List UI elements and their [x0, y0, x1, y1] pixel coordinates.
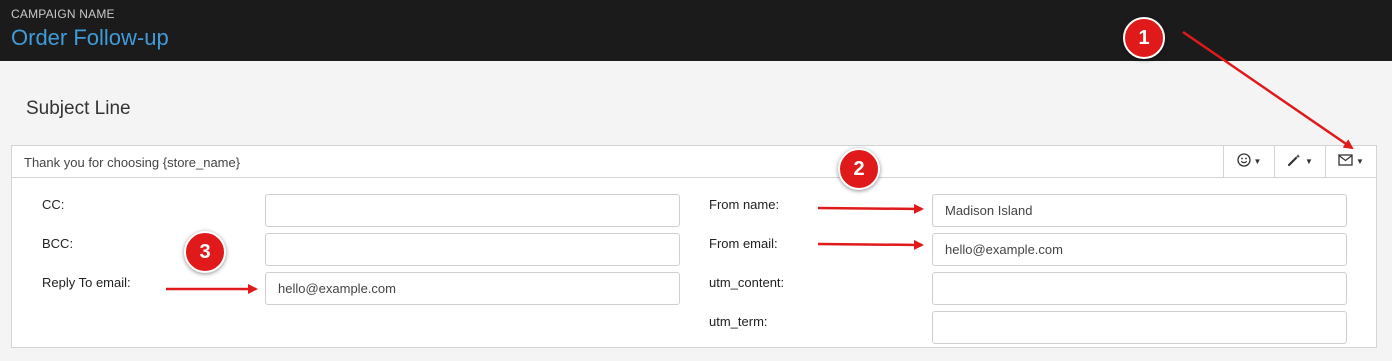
annotation-badge-3: 3 [184, 231, 226, 273]
envelope-icon [1338, 154, 1353, 169]
reply-to-label: Reply To email: [42, 275, 131, 290]
section-title: Subject Line [26, 98, 131, 119]
email-settings-dropdown-button[interactable]: ▼ [1325, 146, 1376, 177]
from-name-label: From name: [709, 197, 780, 212]
chevron-down-icon: ▼ [1356, 157, 1364, 166]
campaign-header: CAMPAIGN NAME Order Follow-up [0, 0, 1392, 61]
cc-label: CC: [42, 197, 65, 212]
subject-line-input[interactable]: Thank you for choosing {store_name} [24, 155, 240, 170]
magic-wand-icon [1287, 153, 1302, 170]
utm-content-field[interactable] [932, 272, 1347, 305]
utm-content-label: utm_content: [709, 275, 785, 290]
utm-term-label: utm_term: [709, 314, 768, 329]
annotation-badge-2: 2 [838, 148, 880, 190]
bcc-label: BCC: [42, 236, 74, 251]
personalize-dropdown-button[interactable]: ▼ [1274, 146, 1325, 177]
campaign-name[interactable]: Order Follow-up [11, 25, 169, 51]
bcc-field[interactable] [265, 233, 680, 266]
subject-line-bar: Thank you for choosing {store_name} ▼ ▼ … [11, 145, 1377, 178]
chevron-down-icon: ▼ [1253, 157, 1262, 166]
smiley-icon [1236, 153, 1251, 170]
from-email-label: From email: [709, 236, 778, 251]
campaign-label: CAMPAIGN NAME [11, 7, 115, 21]
utm-term-field[interactable] [932, 311, 1347, 344]
annotation-badge-1: 1 [1123, 17, 1165, 59]
from-email-field[interactable] [932, 233, 1347, 266]
from-name-field[interactable] [932, 194, 1347, 227]
reply-to-email-field[interactable] [265, 272, 680, 305]
emoji-dropdown-button[interactable]: ▼ [1223, 146, 1274, 177]
chevron-down-icon: ▼ [1305, 157, 1313, 166]
cc-field[interactable] [265, 194, 680, 227]
